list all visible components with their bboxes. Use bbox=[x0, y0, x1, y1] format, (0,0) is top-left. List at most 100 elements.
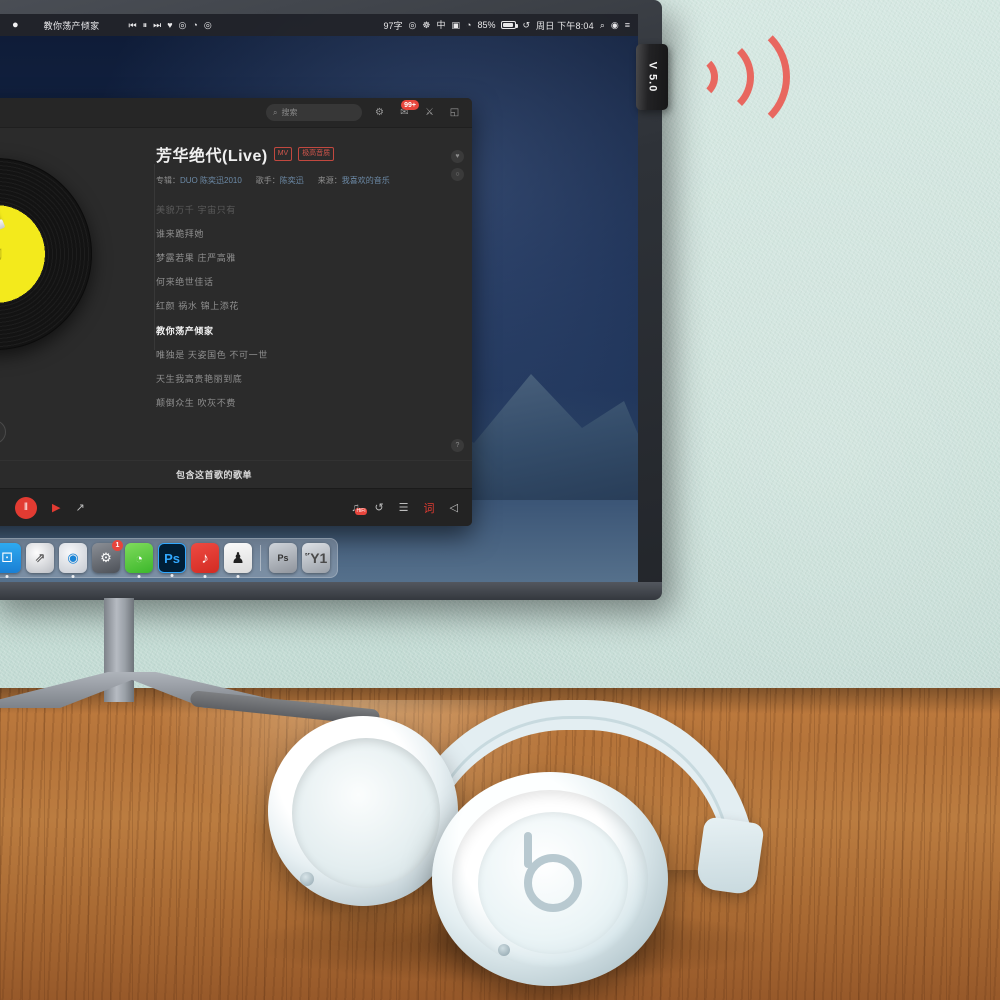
menubar-previous-icon[interactable]: ⏮ bbox=[128, 20, 136, 30]
song-title-row: 芳华绝代(Live) MV 极高音质 bbox=[156, 142, 442, 166]
dock-item-safari[interactable]: ◉ bbox=[59, 543, 87, 578]
singer-label: 歌手： bbox=[255, 176, 280, 185]
vinyl-record[interactable]: ♫ bbox=[0, 158, 92, 350]
menubar-heart-icon[interactable]: ♥ bbox=[167, 20, 172, 30]
lyrics-button[interactable]: 词 bbox=[424, 500, 435, 516]
airplay-icon[interactable]: ▣ bbox=[451, 20, 460, 30]
battery-percentage[interactable]: 85% bbox=[477, 20, 495, 30]
menubar-extra-icon[interactable]: ◎ bbox=[204, 20, 212, 30]
battery-icon[interactable] bbox=[501, 21, 519, 29]
song-title: 芳华绝代(Live) bbox=[156, 148, 268, 165]
help-button[interactable]: ? bbox=[451, 439, 464, 452]
control-center-icon[interactable]: ≡ bbox=[625, 20, 630, 30]
monitor-bezel-bottom bbox=[0, 582, 662, 600]
vinyl-action-buttons[interactable]: ↧ ↗ bbox=[0, 420, 6, 444]
ime-icon-2[interactable]: ☸ bbox=[422, 20, 430, 30]
wireless-signal-icon bbox=[672, 18, 792, 138]
file-icon: Ps bbox=[277, 553, 289, 563]
dock-item-wechat[interactable]: ◔ bbox=[125, 543, 153, 578]
search-icon[interactable]: ⌕ bbox=[600, 20, 605, 30]
trash-icon: Ὕ1 bbox=[304, 550, 328, 566]
update-badge: 1 bbox=[112, 540, 123, 551]
skin-icon[interactable]: ⚔ bbox=[422, 105, 437, 120]
menubar-now-playing-title[interactable]: 教你荡产倾家 bbox=[44, 19, 100, 32]
wechat-icon: ◔ bbox=[135, 550, 143, 566]
search-icon: ⌕ bbox=[273, 107, 278, 117]
sound-effects-badge: HiFi bbox=[354, 507, 368, 515]
finder-icon: ⚀ bbox=[1, 550, 13, 565]
running-indicator bbox=[5, 575, 9, 578]
dock-item-finder[interactable]: ⚀ bbox=[0, 543, 21, 578]
macos-dock[interactable]: ⚀ ⇗ ◉ ⚙ 1 ◔ Ps ♪ ♟ Ps Ὕ1 bbox=[0, 538, 338, 578]
apple-menu-icon[interactable]: ● bbox=[12, 19, 19, 31]
computer-monitor: ● 教你荡产倾家 ⏮ ⏸ ⏭ ♥ ◎ ◔ ◎ 97字 ◎ ☸ 中 ▣ ◔ 85%… bbox=[0, 0, 662, 600]
menubar-next-icon[interactable]: ⏭ bbox=[153, 20, 161, 30]
open-external-button[interactable]: ↗ bbox=[75, 501, 84, 514]
dock-item-netease-music[interactable]: ♪ bbox=[191, 543, 220, 578]
comment-lyrics-button[interactable]: ○ bbox=[451, 168, 464, 181]
app-body: ♫ ↧ ↗ 芳华绝代(Live) bbox=[0, 128, 472, 460]
repeat-mode-button[interactable]: ↺ bbox=[374, 501, 383, 514]
menubar-clock[interactable]: 周日 下午8:04 bbox=[536, 19, 594, 32]
ime-icon-1[interactable]: ◎ bbox=[409, 20, 417, 30]
netease-music-icon: ♪ bbox=[201, 549, 209, 567]
message-icon[interactable]: ✉ 99+ bbox=[397, 100, 419, 120]
lyric-line: 美貌万千 宇宙只有 bbox=[156, 204, 236, 215]
netease-music-window[interactable]: ⌕ 搜索 ⚙ ✉ 99+ ⚔ ◱ ♫ bbox=[0, 98, 472, 526]
product-scene: ● 教你荡产倾家 ⏮ ⏸ ⏭ ♥ ◎ ◔ ◎ 97字 ◎ ☸ 中 ▣ ◔ 85%… bbox=[0, 0, 1000, 1000]
dock-item-qq[interactable]: ♟ bbox=[224, 543, 253, 578]
photoshop-icon: Ps bbox=[164, 550, 181, 566]
like-lyrics-button[interactable]: ♥ bbox=[451, 150, 464, 163]
mini-player-icon[interactable]: ◱ bbox=[447, 105, 462, 120]
singer-value[interactable]: 陈奕迅 bbox=[280, 176, 304, 185]
play-pause-button[interactable]: ‖ bbox=[15, 496, 37, 519]
playlist-button[interactable]: ☰ bbox=[399, 501, 409, 514]
menubar-app-icon[interactable]: ◎ bbox=[179, 20, 187, 30]
input-word-count[interactable]: 97字 bbox=[384, 19, 403, 32]
sound-effects-button[interactable]: ♫ HiFi bbox=[351, 502, 368, 515]
album-art: ♫ bbox=[0, 220, 30, 288]
app-toolbar[interactable]: ⌕ 搜索 ⚙ ✉ 99+ ⚔ ◱ bbox=[0, 98, 472, 128]
mv-badge[interactable]: MV bbox=[273, 147, 293, 161]
wifi-icon[interactable]: ◔ bbox=[466, 20, 471, 30]
album-value[interactable]: DUO 陈奕迅2010 bbox=[180, 176, 242, 185]
dock-item-photoshop[interactable]: Ps bbox=[158, 543, 187, 577]
siri-icon[interactable]: ◉ bbox=[611, 20, 619, 30]
macos-menu-bar[interactable]: ● 教你荡产倾家 ⏮ ⏸ ⏭ ♥ ◎ ◔ ◎ 97字 ◎ ☸ 中 ▣ ◔ 85%… bbox=[0, 14, 638, 36]
bluetooth-dongle: V 5.0 bbox=[636, 44, 668, 110]
dock-item-launchpad[interactable]: ⇗ bbox=[26, 543, 54, 573]
lyrics-side-buttons[interactable]: ♥ ○ bbox=[451, 150, 464, 181]
search-input[interactable]: ⌕ 搜索 bbox=[266, 104, 362, 121]
menubar-status-items[interactable]: 97字 ◎ ☸ 中 ▣ ◔ 85% ↺ 周日 下午8:04 ⌕ ◉ ≡ bbox=[384, 19, 630, 32]
sync-icon[interactable]: ↺ bbox=[522, 20, 530, 30]
headphone-button bbox=[300, 872, 314, 886]
source-value[interactable]: 我喜欢的音乐 bbox=[342, 176, 390, 185]
running-indicator bbox=[236, 575, 240, 578]
ime-chinese-icon[interactable]: 中 bbox=[436, 20, 445, 30]
running-indicator bbox=[203, 575, 207, 578]
settings-gear-icon[interactable]: ⚙ bbox=[372, 105, 387, 120]
player-control-bar[interactable]: ♥ ◀ ‖ ▶ ↗ ♫ HiFi ↺ ☰ 词 ◁ bbox=[0, 488, 472, 526]
dock-item-system-preferences[interactable]: ⚙ 1 bbox=[92, 540, 123, 573]
menubar-pause-icon[interactable]: ⏸ bbox=[143, 20, 148, 30]
headphone-left-earpad bbox=[292, 738, 440, 888]
volume-button[interactable]: ◁ bbox=[450, 501, 458, 514]
beats-logo-icon bbox=[524, 832, 582, 912]
next-track-button[interactable]: ▶ bbox=[52, 501, 60, 514]
running-indicator bbox=[170, 574, 174, 577]
qq-penguin-icon: ♟ bbox=[231, 550, 245, 567]
song-info-panel: 芳华绝代(Live) MV 极高音质 专辑：DUO 陈奕迅2010 歌手：陈奕迅 bbox=[146, 128, 472, 460]
quality-badge: 极高音质 bbox=[298, 147, 335, 161]
lyrics-list[interactable]: 美貌万千 宇宙只有 谁来跪拜她 梦露若果 庄严高雅 何来绝世佳话 红颜 祸水 锦… bbox=[156, 197, 442, 419]
dock-item-file[interactable]: Ps bbox=[269, 543, 298, 573]
dock-item-trash[interactable]: Ὕ1 bbox=[302, 543, 331, 573]
launchpad-icon: ⇗ bbox=[34, 550, 46, 565]
source-label: 来源： bbox=[317, 176, 342, 185]
gear-icon: ⚙ bbox=[100, 550, 112, 565]
menubar-media-controls[interactable]: ⏮ ⏸ ⏭ ♥ ◎ ◔ ◎ bbox=[128, 20, 212, 30]
dongle-version-label: V 5.0 bbox=[646, 61, 658, 93]
menubar-wechat-icon[interactable]: ◔ bbox=[192, 20, 197, 30]
playlist-section-header[interactable]: 包含这首歌的歌单 bbox=[0, 460, 472, 488]
share-button[interactable]: ↗ bbox=[0, 420, 6, 444]
lyric-line: 何来绝世佳话 bbox=[156, 277, 214, 288]
